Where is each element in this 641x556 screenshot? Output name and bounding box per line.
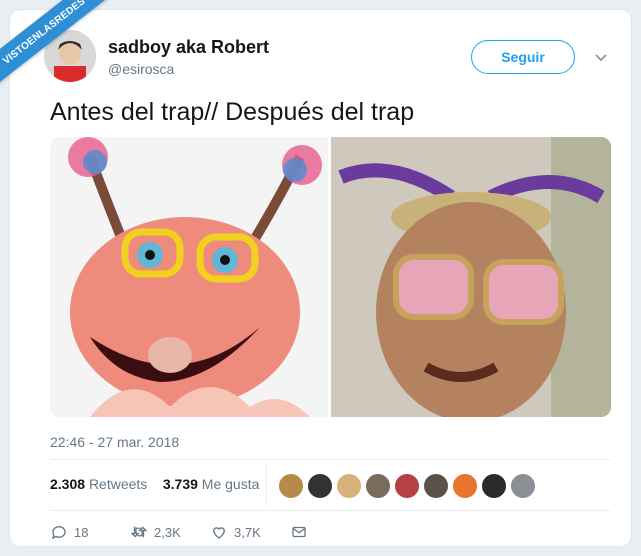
like-count: 3,7K xyxy=(234,524,261,540)
liker-avatar[interactable] xyxy=(452,473,478,499)
user-handle[interactable]: @esirosca xyxy=(108,61,174,77)
liker-avatar[interactable] xyxy=(423,473,449,499)
liker-avatar[interactable] xyxy=(394,473,420,499)
like-action[interactable]: 3,7K xyxy=(210,522,261,542)
follow-button[interactable]: Seguir xyxy=(471,40,575,74)
likes-count: 3.739 xyxy=(162,476,198,492)
divider xyxy=(266,465,267,505)
retweets-stat[interactable]: 2.308 Retweets xyxy=(50,476,147,492)
retweets-label: Retweets xyxy=(88,476,148,492)
man-dreadlocks-sunglasses-image[interactable] xyxy=(331,137,611,417)
liker-avatar[interactable] xyxy=(278,473,304,499)
tweet-text: Antes del trap// Después del trap xyxy=(50,98,415,126)
chevron-down-icon[interactable] xyxy=(594,50,608,64)
likes-label: Me gusta xyxy=(201,476,260,492)
tweet-stats: 2.308 Retweets 3.739 Me gusta xyxy=(50,476,259,492)
tweet-actions: 18 2,3K 3,7K xyxy=(50,522,350,544)
tweet-timestamp[interactable]: 22:46 - 27 mar. 2018 xyxy=(50,434,179,450)
reply-icon xyxy=(51,526,66,540)
likes-stat[interactable]: 3.739 Me gusta xyxy=(163,476,260,492)
liker-avatar[interactable] xyxy=(307,473,333,499)
user-name[interactable]: sadboy aka Robert xyxy=(108,37,269,58)
retweets-count: 2.308 xyxy=(50,476,86,492)
divider xyxy=(50,459,610,460)
retweet-count: 2,3K xyxy=(154,524,181,540)
liker-avatar[interactable] xyxy=(481,473,507,499)
message-action[interactable] xyxy=(290,522,308,542)
retweet-action[interactable]: 2,3K xyxy=(130,522,181,542)
mail-icon xyxy=(292,526,306,538)
liker-avatar[interactable] xyxy=(510,473,536,499)
heart-icon xyxy=(213,527,225,539)
tweet-card: sadboy aka Robert @esirosca Seguir Antes… xyxy=(10,10,631,546)
liker-avatar[interactable] xyxy=(336,473,362,499)
divider xyxy=(50,510,610,511)
tweet-media[interactable] xyxy=(50,137,611,417)
retweet-icon xyxy=(130,526,148,538)
reply-count: 18 xyxy=(74,524,89,540)
pink-puppet-image[interactable] xyxy=(50,137,328,417)
liker-avatar[interactable] xyxy=(365,473,391,499)
reply-action[interactable]: 18 xyxy=(50,522,88,542)
